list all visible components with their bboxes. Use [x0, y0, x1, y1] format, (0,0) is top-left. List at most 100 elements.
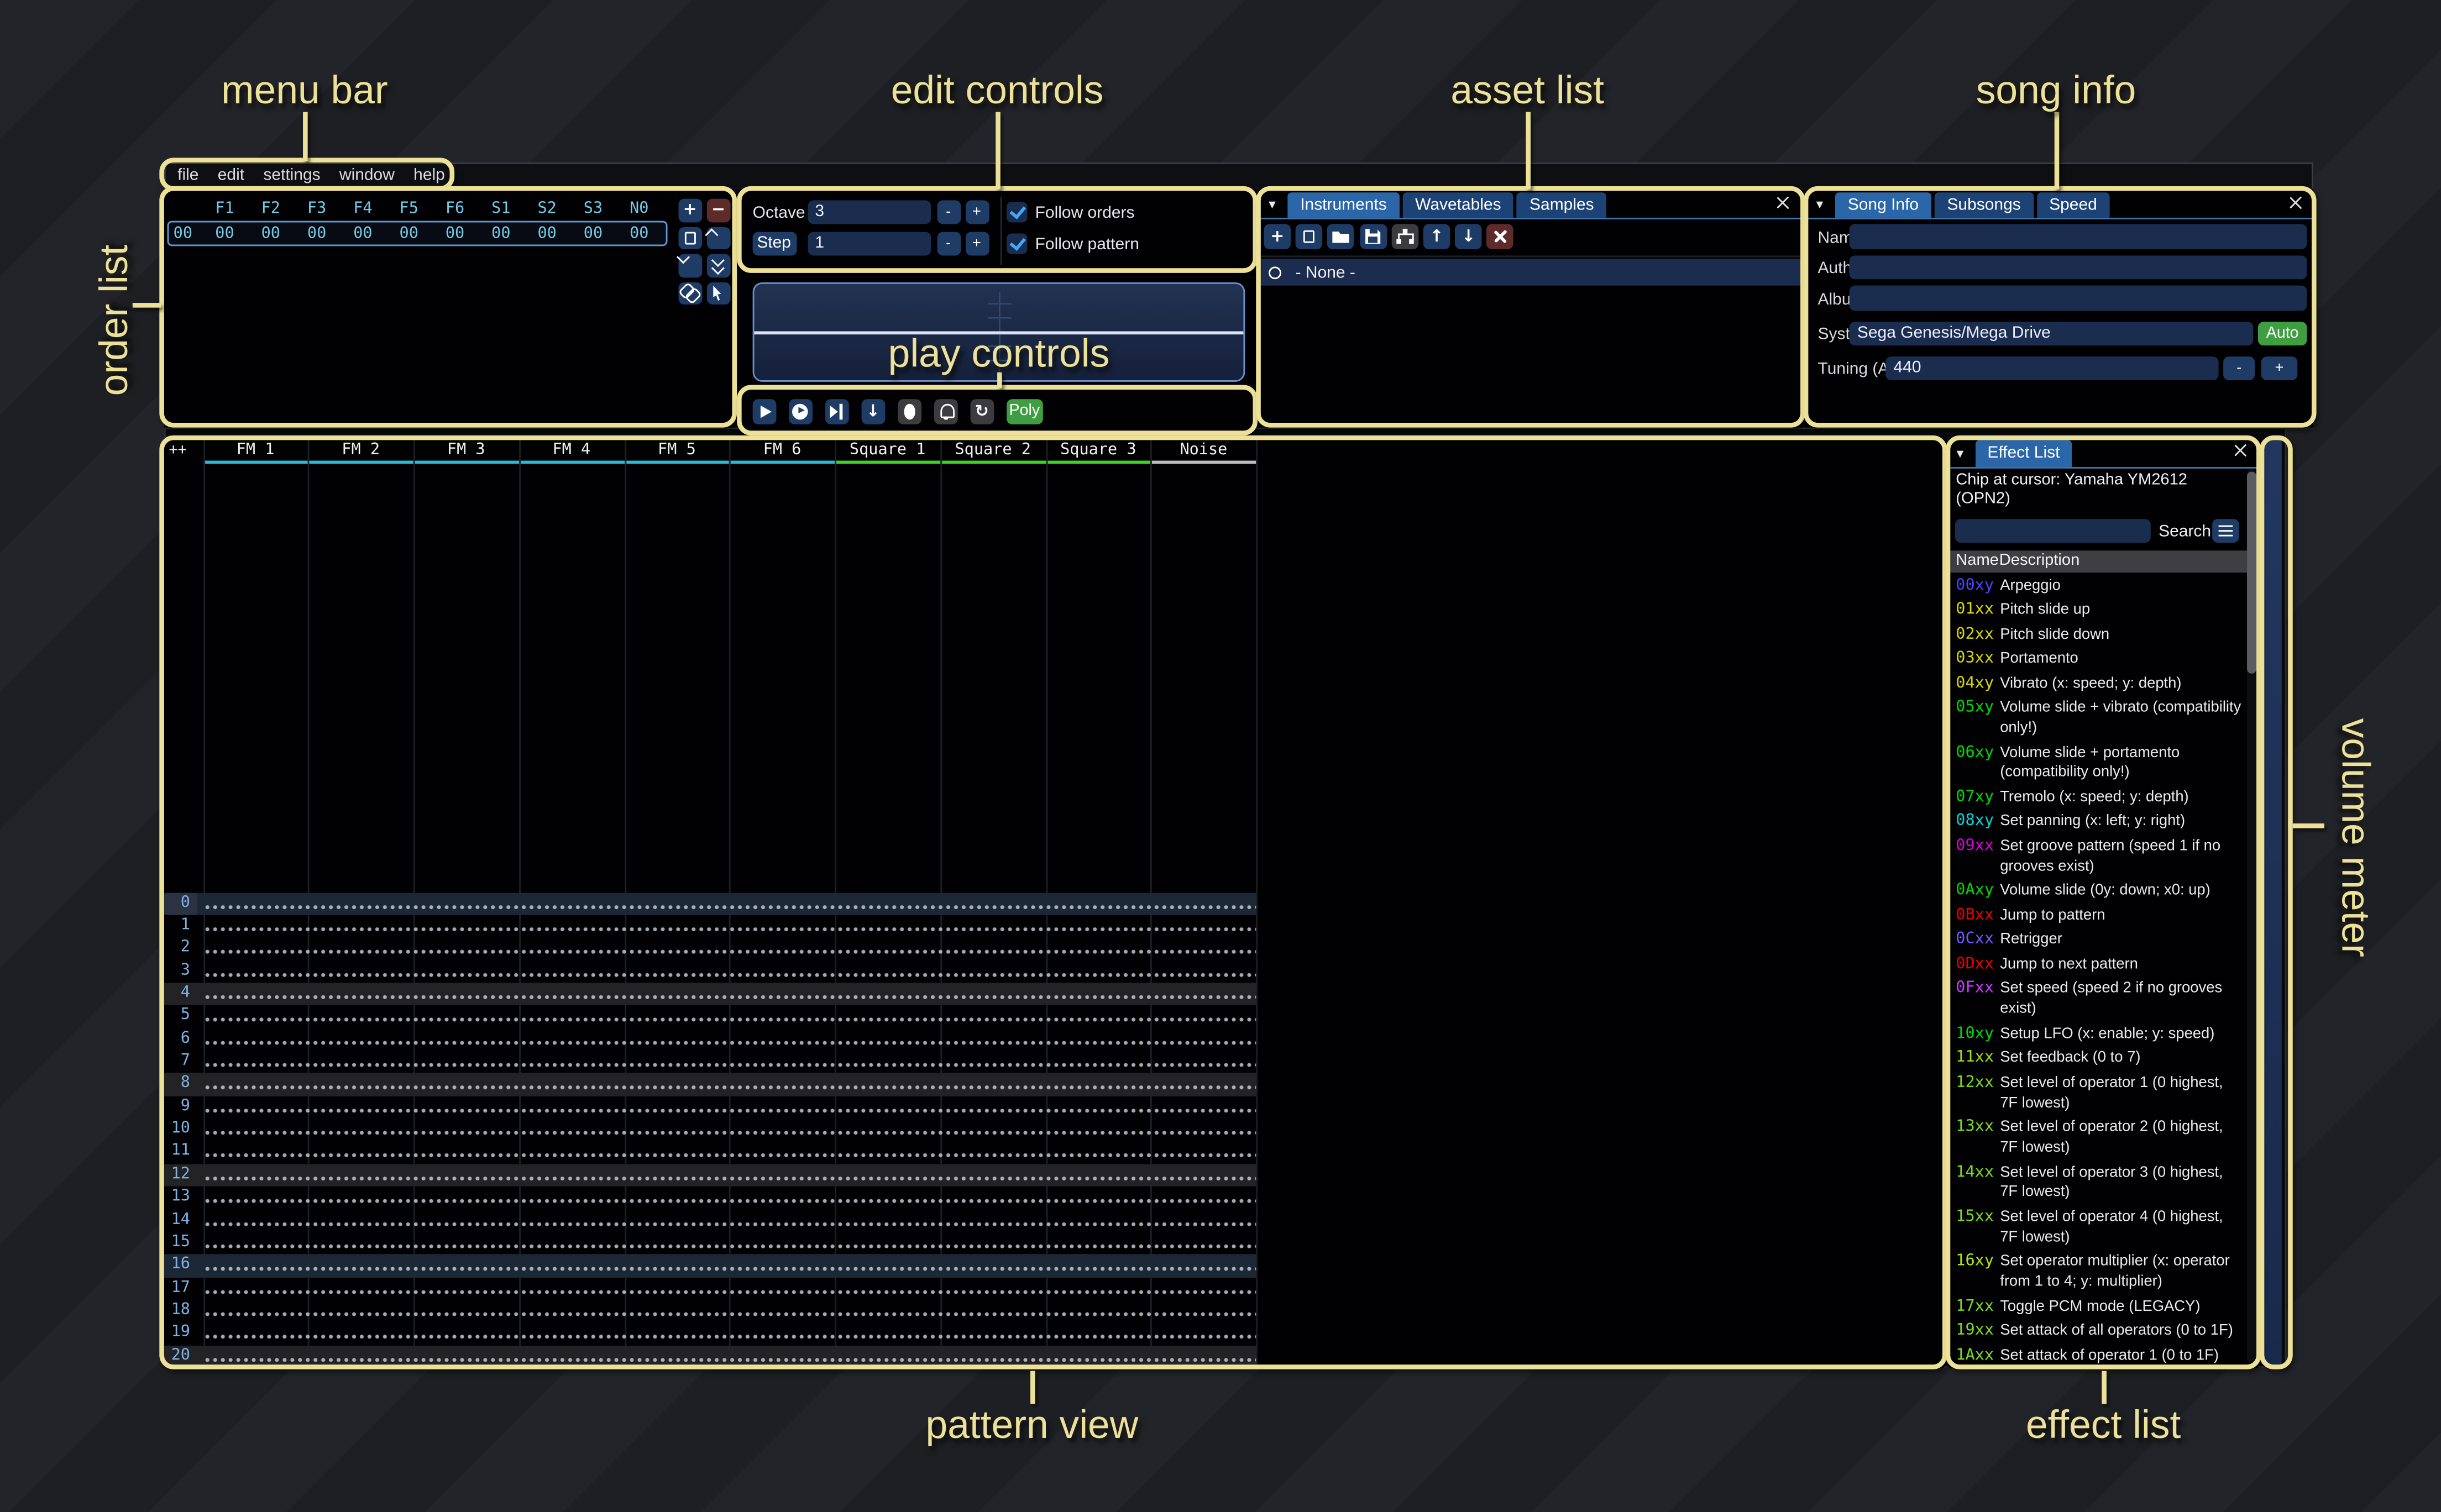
- effect-row[interactable]: 0DxxJump to next pattern: [1948, 954, 2247, 978]
- delete-x-button[interactable]: [1487, 224, 1514, 248]
- scrollbar-thumb[interactable]: [2247, 472, 2256, 674]
- effect-sort-button[interactable]: [2212, 518, 2239, 543]
- tab-speed[interactable]: Speed: [2036, 192, 2109, 218]
- channel-header-fm-5[interactable]: FM 5: [624, 438, 730, 464]
- effect-row[interactable]: 09xxSet groove pattern (speed 1 if no gr…: [1948, 836, 2247, 880]
- pattern-row[interactable]: 12: [164, 1164, 1256, 1186]
- step-plus-button[interactable]: +: [965, 231, 989, 255]
- album-input[interactable]: [1850, 286, 2307, 310]
- octave-minus-button[interactable]: -: [936, 200, 960, 223]
- menu-item-help[interactable]: help: [413, 166, 445, 185]
- effect-row[interactable]: 10xySetup LFO (x: enable; y: speed): [1948, 1023, 2247, 1048]
- order-column-F4[interactable]: F4: [340, 200, 386, 217]
- collapse-icon[interactable]: ▼: [1814, 197, 1825, 212]
- pattern-row[interactable]: 8: [164, 1073, 1256, 1096]
- pattern-row[interactable]: 18: [164, 1300, 1256, 1322]
- octave-plus-button[interactable]: +: [965, 200, 989, 223]
- tab-song-info[interactable]: Song Info: [1835, 192, 1931, 218]
- effect-row[interactable]: 11xxSet feedback (0 to 7): [1948, 1048, 2247, 1072]
- effect-list-scrollbar[interactable]: [2247, 469, 2256, 1363]
- channel-header-square-1[interactable]: Square 1: [835, 438, 940, 464]
- author-input[interactable]: [1850, 255, 2307, 279]
- tab-wavetables[interactable]: Wavetables: [1402, 192, 1513, 218]
- play-pattern-button[interactable]: [788, 399, 813, 423]
- menu-item-window[interactable]: window: [339, 166, 395, 185]
- pattern-row[interactable]: 3: [164, 960, 1256, 983]
- pattern-row[interactable]: 9: [164, 1096, 1256, 1119]
- system-auto-button[interactable]: Auto: [2258, 321, 2307, 345]
- effect-row[interactable]: 00xyArpeggio: [1948, 575, 2247, 600]
- effect-row[interactable]: 17xxToggle PCM mode (LEGACY): [1948, 1296, 2247, 1321]
- menu-item-file[interactable]: file: [177, 166, 198, 185]
- tab-subsongs[interactable]: Subsongs: [1935, 192, 2034, 218]
- order-cell[interactable]: 00: [570, 225, 616, 243]
- channel-header-noise[interactable]: Noise: [1151, 438, 1256, 464]
- order-column-F6[interactable]: F6: [432, 200, 478, 217]
- pattern-row[interactable]: 20: [164, 1345, 1256, 1367]
- order-column-F5[interactable]: F5: [386, 200, 432, 217]
- effect-row[interactable]: 16xySet operator multiplier (x: operator…: [1948, 1251, 2247, 1296]
- menu-item-settings[interactable]: settings: [263, 166, 320, 185]
- channel-header-fm-1[interactable]: FM 1: [203, 438, 308, 464]
- pattern-row[interactable]: 14: [164, 1209, 1256, 1232]
- name-input[interactable]: [1850, 224, 2307, 248]
- repeat-button[interactable]: ↻: [970, 399, 994, 423]
- order-column-F2[interactable]: F2: [248, 200, 294, 217]
- move-up-button[interactable]: ↑: [1423, 224, 1450, 248]
- effect-row[interactable]: 15xxSet level of operator 4 (0 highest, …: [1948, 1206, 2247, 1251]
- effect-row[interactable]: 08xySet panning (x: left; y: right): [1948, 811, 2247, 836]
- order-cell[interactable]: 00: [432, 225, 478, 243]
- order-cell[interactable]: 00: [386, 225, 432, 243]
- order-column-F1[interactable]: F1: [202, 200, 248, 217]
- system-input[interactable]: Sega Genesis/Mega Drive: [1850, 321, 2253, 345]
- effect-row[interactable]: 05xyVolume slide + vibrato (compatibilit…: [1948, 697, 2247, 742]
- pattern-row[interactable]: 6: [164, 1028, 1256, 1051]
- channel-header-square-2[interactable]: Square 2: [940, 438, 1046, 464]
- order-cell[interactable]: 00: [616, 225, 662, 243]
- order-column-F3[interactable]: F3: [294, 200, 339, 217]
- effect-row[interactable]: 0FxxSet speed (speed 2 if no grooves exi…: [1948, 978, 2247, 1023]
- order-column-N0[interactable]: N0: [616, 200, 662, 217]
- step-input[interactable]: 1: [807, 231, 930, 255]
- step-label-button[interactable]: Step: [752, 231, 796, 255]
- oscilloscope[interactable]: [752, 282, 1244, 382]
- tab-samples[interactable]: Samples: [1517, 192, 1606, 218]
- pattern-row[interactable]: 5: [164, 1005, 1256, 1028]
- pattern-row[interactable]: 2: [164, 937, 1256, 960]
- pattern-row[interactable]: 17: [164, 1277, 1256, 1300]
- follow-orders-checkbox[interactable]: [1007, 201, 1027, 222]
- save-button[interactable]: [1359, 224, 1386, 248]
- pattern-row[interactable]: 11: [164, 1141, 1256, 1164]
- effect-row[interactable]: 01xxPitch slide up: [1948, 600, 2247, 624]
- chevron-double-down-button[interactable]: [706, 254, 730, 277]
- open-folder-button[interactable]: [1328, 224, 1355, 248]
- duplicate-button[interactable]: [678, 227, 702, 249]
- effect-row[interactable]: 03xxPortamento: [1948, 648, 2247, 673]
- effect-row[interactable]: 04xyVibrato (x: speed; y: depth): [1948, 673, 2247, 697]
- menu-item-edit[interactable]: edit: [218, 166, 244, 185]
- follow-pattern-checkbox[interactable]: [1007, 233, 1027, 253]
- remove-button[interactable]: −: [706, 199, 730, 222]
- tuning-plus-button[interactable]: +: [2261, 356, 2298, 380]
- channel-header-fm-6[interactable]: FM 6: [730, 438, 835, 464]
- order-cell[interactable]: 00: [340, 225, 386, 243]
- channel-header-fm-2[interactable]: FM 2: [308, 438, 413, 464]
- pattern-row[interactable]: 1: [164, 915, 1256, 937]
- tuning-input[interactable]: 440: [1885, 356, 2218, 380]
- order-column-S3[interactable]: S3: [570, 200, 616, 217]
- chevron-down-button[interactable]: [678, 254, 702, 277]
- effect-row[interactable]: 02xxPitch slide down: [1948, 624, 2247, 648]
- effect-row[interactable]: 13xxSet level of operator 2 (0 highest, …: [1948, 1117, 2247, 1162]
- pattern-row[interactable]: 0: [164, 892, 1256, 915]
- order-cell[interactable]: 00: [202, 225, 248, 243]
- channel-header-fm-3[interactable]: FM 3: [413, 438, 519, 464]
- order-row-index[interactable]: 00: [164, 225, 202, 243]
- order-cell[interactable]: 00: [294, 225, 339, 243]
- pattern-row[interactable]: 19: [164, 1322, 1256, 1345]
- order-cell[interactable]: 00: [524, 225, 570, 243]
- effect-row[interactable]: 0AxyVolume slide (0y: down; x0: up): [1948, 880, 2247, 905]
- effect-row[interactable]: 0BxxJump to pattern: [1948, 905, 2247, 930]
- effect-row[interactable]: 12xxSet level of operator 1 (0 highest, …: [1948, 1072, 2247, 1117]
- play-button[interactable]: [752, 399, 776, 423]
- add-button[interactable]: +: [1264, 224, 1291, 248]
